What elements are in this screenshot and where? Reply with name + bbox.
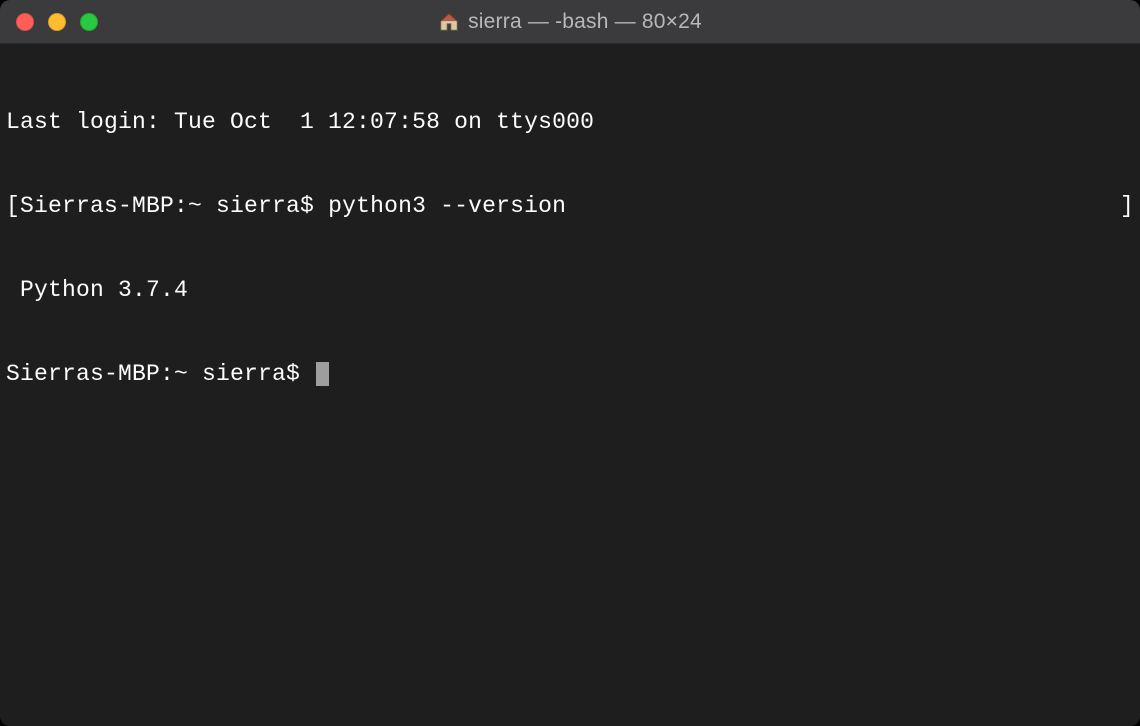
terminal-window: sierra — -bash — 80×24 Last login: Tue O… xyxy=(0,0,1140,726)
traffic-lights xyxy=(0,13,98,31)
shell-prompt: Sierras-MBP:~ sierra$ xyxy=(6,361,314,387)
cursor-block xyxy=(316,362,329,386)
command-output: Python 3.7.4 xyxy=(6,276,1134,304)
terminal-viewport[interactable]: Last login: Tue Oct 1 12:07:58 on ttys00… xyxy=(0,44,1140,726)
prompt-open-bracket: [ xyxy=(6,193,20,219)
home-icon xyxy=(438,11,460,33)
close-button[interactable] xyxy=(16,13,34,31)
minimize-button[interactable] xyxy=(48,13,66,31)
prompt-close-bracket: ] xyxy=(1120,192,1134,220)
command-text: python3 --version xyxy=(328,193,566,219)
shell-prompt: Sierras-MBP:~ sierra$ xyxy=(20,193,328,219)
window-title: sierra — -bash — 80×24 xyxy=(468,10,702,34)
maximize-button[interactable] xyxy=(80,13,98,31)
terminal-line-login: Last login: Tue Oct 1 12:07:58 on ttys00… xyxy=(6,108,1134,136)
titlebar: sierra — -bash — 80×24 xyxy=(0,0,1140,44)
title-center: sierra — -bash — 80×24 xyxy=(0,10,1140,34)
